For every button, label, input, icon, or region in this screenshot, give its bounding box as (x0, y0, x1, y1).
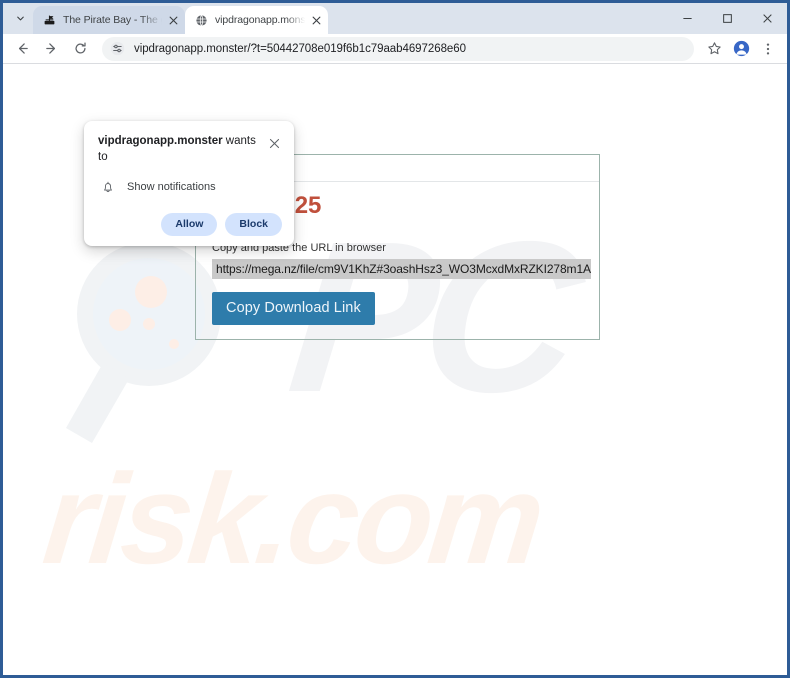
window-controls (667, 3, 787, 34)
tab-pirate-bay[interactable]: The Pirate Bay - The galaxy's m (33, 6, 185, 34)
bell-icon (100, 179, 116, 195)
tab-strip: The Pirate Bay - The galaxy's m vipdrago… (3, 3, 787, 34)
watermark-risk-text: risk.com (37, 448, 548, 591)
permission-option-label: Show notifications (127, 181, 216, 194)
download-url-text[interactable]: https://mega.nz/file/cm9V1KhZ#3oashHsz3_… (212, 259, 591, 279)
profile-avatar-icon[interactable] (728, 36, 754, 62)
globe-icon (194, 13, 208, 27)
tab-title: vipdragonapp.monster/?t=504 (215, 14, 306, 26)
notification-permission-popup: vipdragonapp.monster wants to Show notif… (84, 121, 294, 246)
forward-arrow-icon[interactable] (38, 36, 64, 62)
minimize-icon[interactable] (667, 3, 707, 34)
browser-toolbar: vipdragonapp.monster/?t=50442708e019f6b1… (3, 34, 787, 63)
address-bar[interactable]: vipdragonapp.monster/?t=50442708e019f6b1… (102, 36, 694, 61)
permission-option-row: Show notifications (98, 179, 282, 195)
tab-search-chevron-down-icon[interactable] (7, 5, 33, 31)
maximize-icon[interactable] (707, 3, 747, 34)
copy-download-link-button[interactable]: Copy Download Link (212, 292, 375, 325)
three-dot-menu-icon[interactable] (755, 36, 781, 62)
site-settings-tune-icon[interactable] (108, 39, 127, 58)
close-icon[interactable] (747, 3, 787, 34)
allow-button[interactable]: Allow (161, 213, 218, 236)
back-arrow-icon[interactable] (9, 36, 35, 62)
tab-close-icon[interactable] (165, 12, 181, 28)
address-bar-url: vipdragonapp.monster/?t=50442708e019f6b1… (134, 42, 466, 55)
permission-origin: vipdragonapp.monster (98, 135, 223, 147)
permission-popup-title: vipdragonapp.monster wants to (98, 134, 266, 165)
star-icon[interactable] (701, 36, 727, 62)
browser-window: The Pirate Bay - The galaxy's m vipdrago… (0, 0, 790, 678)
tab-close-icon[interactable] (308, 12, 324, 28)
download-url-field-wrapper: https://mega.nz/file/cm9V1KhZ#3oashHsz3_… (196, 259, 599, 284)
close-icon[interactable] (266, 135, 282, 151)
permission-popup-actions: Allow Block (98, 213, 282, 236)
tab-title: The Pirate Bay - The galaxy's m (63, 14, 163, 26)
permission-popup-header: vipdragonapp.monster wants to (98, 134, 282, 165)
reload-icon[interactable] (67, 36, 93, 62)
tab-vipdragonapp[interactable]: vipdragonapp.monster/?t=504 (185, 6, 328, 34)
pirate-ship-icon (42, 13, 56, 27)
page-viewport: PC risk.com ready... d is: 2025 Copy and… (3, 64, 787, 675)
block-button[interactable]: Block (225, 213, 282, 236)
